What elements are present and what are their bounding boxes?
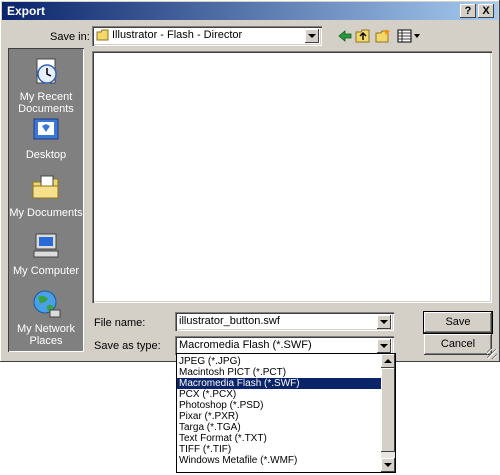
place-label: My Network Places bbox=[16, 323, 76, 347]
type-option[interactable]: Pixar (*.PXR) bbox=[177, 411, 381, 422]
view-menu-icon[interactable] bbox=[397, 28, 421, 44]
help-button[interactable]: ? bbox=[460, 4, 476, 18]
arrow-down-icon bbox=[384, 463, 392, 467]
type-option[interactable]: Windows Metafile (*.WMF) bbox=[177, 455, 381, 466]
close-button[interactable]: X bbox=[478, 4, 494, 18]
file-name-dropdown-button[interactable] bbox=[377, 315, 391, 329]
folder-icon bbox=[96, 29, 109, 41]
scroll-up-button[interactable] bbox=[381, 354, 395, 368]
title-bar[interactable]: Export ? X bbox=[2, 2, 498, 20]
file-list[interactable] bbox=[92, 51, 492, 303]
place-label: My Recent Documents bbox=[18, 91, 74, 115]
back-icon[interactable] bbox=[337, 28, 353, 44]
new-folder-icon[interactable] bbox=[375, 28, 391, 44]
save-in-value: Illustrator - Flash - Director bbox=[112, 29, 243, 41]
scroll-thumb[interactable] bbox=[381, 368, 395, 452]
window-title: Export bbox=[7, 4, 46, 18]
place-network-places[interactable]: My Network Places bbox=[8, 288, 84, 347]
type-option[interactable]: Photoshop (*.PSD) bbox=[177, 400, 381, 411]
desktop-icon bbox=[33, 118, 59, 140]
cancel-button[interactable]: Cancel bbox=[424, 334, 492, 355]
scroll-down-button[interactable] bbox=[381, 458, 395, 472]
my-documents-icon bbox=[32, 175, 59, 199]
save-in-combo[interactable]: Illustrator - Flash - Director bbox=[92, 26, 322, 46]
place-recent-documents[interactable]: My Recent Documents bbox=[8, 56, 84, 115]
type-option[interactable]: PCX (*.PCX) bbox=[177, 389, 381, 400]
network-places-icon bbox=[33, 290, 61, 318]
list-scrollbar[interactable] bbox=[381, 354, 395, 472]
type-option[interactable]: Targa (*.TGA) bbox=[177, 422, 381, 433]
place-label: My Computer bbox=[12, 265, 80, 277]
save-in-dropdown-button[interactable] bbox=[305, 29, 319, 43]
arrow-up-icon bbox=[384, 359, 392, 363]
file-name-input[interactable]: illustrator_button.swf bbox=[175, 312, 394, 331]
up-folder-icon[interactable] bbox=[355, 28, 371, 44]
export-dialog: Export ? X Save in: Illustrator - Flash … bbox=[0, 0, 500, 362]
type-option[interactable]: JPEG (*.JPG) bbox=[177, 356, 381, 367]
file-name-value: illustrator_button.swf bbox=[179, 315, 280, 327]
save-as-type-value: Macromedia Flash (*.SWF) bbox=[179, 339, 312, 351]
resize-grip[interactable] bbox=[487, 349, 497, 359]
place-my-documents[interactable]: My Documents bbox=[8, 172, 84, 219]
place-my-computer[interactable]: My Computer bbox=[8, 230, 84, 277]
type-option[interactable]: Text Format (*.TXT) bbox=[177, 433, 381, 444]
places-bar: My Recent Documents Desktop My Documents bbox=[8, 48, 84, 352]
place-desktop[interactable]: Desktop bbox=[8, 116, 84, 161]
type-option[interactable]: TIFF (*.TIF) bbox=[177, 444, 381, 455]
save-as-type-dropdown-button[interactable] bbox=[377, 339, 391, 353]
save-as-type-label: Save as type: bbox=[94, 340, 161, 352]
save-button[interactable]: Save bbox=[423, 311, 493, 334]
type-option[interactable]: Macintosh PICT (*.PCT) bbox=[177, 367, 381, 378]
file-name-label: File name: bbox=[94, 317, 146, 329]
type-option-selected[interactable]: Macromedia Flash (*.SWF) bbox=[177, 378, 381, 389]
my-computer-icon bbox=[33, 233, 59, 258]
save-in-label: Save in: bbox=[50, 31, 90, 43]
save-as-type-list[interactable]: JPEG (*.JPG) Macintosh PICT (*.PCT) Macr… bbox=[176, 353, 396, 473]
recent-documents-icon bbox=[36, 58, 57, 84]
place-label: Desktop bbox=[25, 149, 67, 161]
place-label: My Documents bbox=[9, 207, 83, 219]
